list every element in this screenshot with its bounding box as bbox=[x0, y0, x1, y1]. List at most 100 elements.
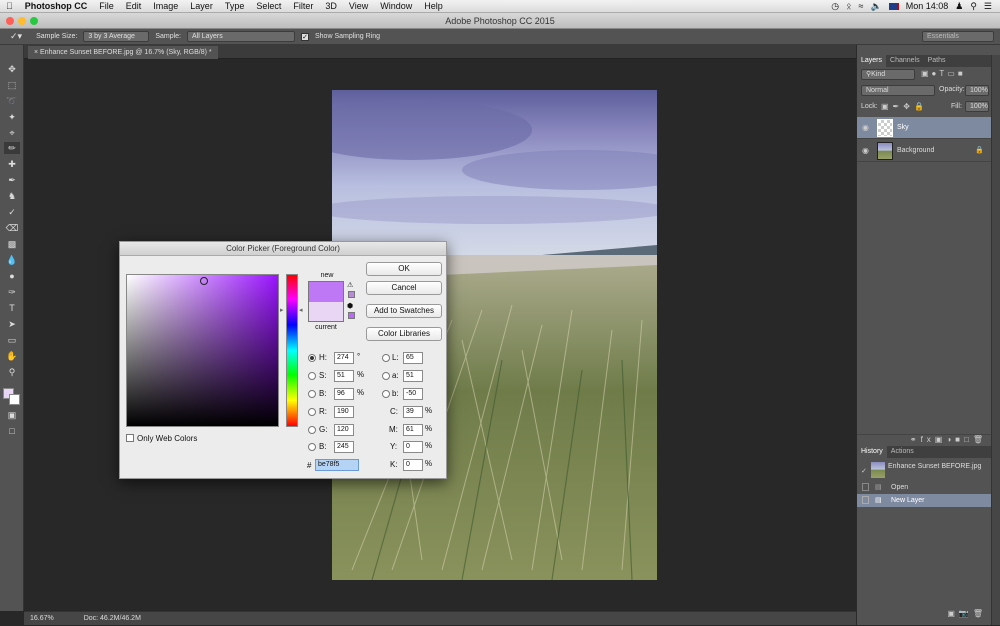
menu-edit[interactable]: Edit bbox=[120, 1, 148, 11]
wifi-icon[interactable]: ≈ bbox=[859, 1, 864, 11]
hand-tool-icon[interactable]: ✋ bbox=[4, 350, 20, 362]
blue-radio[interactable] bbox=[308, 443, 316, 451]
saturation-brightness-field[interactable] bbox=[126, 274, 279, 427]
b-channel-radio[interactable] bbox=[382, 390, 390, 398]
menu-3d[interactable]: 3D bbox=[319, 1, 343, 11]
layer-filter-kind[interactable]: ⚲Kind bbox=[861, 69, 915, 80]
saturation-radio[interactable] bbox=[308, 372, 316, 380]
hue-slider[interactable] bbox=[286, 274, 298, 427]
color-libraries-button[interactable]: Color Libraries bbox=[366, 327, 442, 341]
history-snapshot[interactable]: ✓ Enhance Sunset BEFORE.jpg bbox=[857, 460, 991, 480]
layer-filter-icons[interactable]: ▣●T▭■ bbox=[921, 69, 966, 78]
panel-scrollbar[interactable] bbox=[991, 55, 1000, 625]
hue-field[interactable]: 274 bbox=[334, 352, 354, 364]
sample-select[interactable]: All Layers bbox=[187, 31, 295, 42]
close-window-button[interactable] bbox=[6, 17, 14, 25]
only-web-colors-checkbox[interactable] bbox=[126, 434, 134, 442]
hex-field[interactable]: be78f5 bbox=[315, 459, 359, 471]
doc-size[interactable]: Doc: 46.2M/46.2M bbox=[84, 615, 141, 622]
ok-button[interactable]: OK bbox=[366, 262, 442, 276]
visibility-eye-icon[interactable]: ◉ bbox=[862, 117, 869, 139]
lock-icons[interactable]: ▣✒✥🔒 bbox=[881, 102, 928, 111]
shape-tool-icon[interactable]: ▭ bbox=[4, 334, 20, 346]
dodge-tool-icon[interactable]: ● bbox=[4, 270, 20, 282]
lightness-radio[interactable] bbox=[382, 354, 390, 362]
magenta-field[interactable]: 61 bbox=[403, 424, 423, 436]
history-checkbox[interactable] bbox=[862, 483, 869, 491]
layer-row-background[interactable]: ◉ Background 🔒 bbox=[857, 140, 991, 162]
history-item-open[interactable]: ▤ Open bbox=[857, 481, 991, 494]
brightness-radio[interactable] bbox=[308, 390, 316, 398]
move-tool-icon[interactable]: ✥ bbox=[4, 63, 20, 75]
hue-slider-right-arrow[interactable]: ◂ bbox=[299, 306, 303, 314]
lasso-tool-icon[interactable]: ➰ bbox=[4, 95, 20, 107]
type-tool-icon[interactable]: T bbox=[4, 302, 20, 314]
zoom-level[interactable]: 16.67% bbox=[30, 615, 54, 622]
eyedropper-tool-icon[interactable]: ✓▾ bbox=[10, 31, 22, 42]
screen-mode-icon[interactable]: □ bbox=[4, 425, 20, 437]
show-sampling-ring-checkbox[interactable]: ✓ bbox=[301, 32, 309, 41]
yellow-field[interactable]: 0 bbox=[403, 441, 423, 453]
user-icon[interactable]: ♟ bbox=[955, 1, 963, 12]
eyedropper-tool-icon[interactable]: ✏ bbox=[4, 142, 20, 154]
crop-tool-icon[interactable]: ⌖ bbox=[4, 127, 20, 139]
blend-mode-select[interactable]: Normal bbox=[861, 85, 935, 96]
blur-tool-icon[interactable]: 💧 bbox=[4, 254, 20, 266]
history-footer-icons[interactable]: ▣📷🗑 bbox=[857, 609, 991, 621]
minimize-window-button[interactable] bbox=[18, 17, 26, 25]
tab-actions[interactable]: Actions bbox=[887, 446, 918, 458]
menu-window[interactable]: Window bbox=[374, 1, 418, 11]
add-to-swatches-button[interactable]: Add to Swatches bbox=[366, 304, 442, 318]
menu-layer[interactable]: Layer bbox=[184, 1, 219, 11]
menu-type[interactable]: Type bbox=[219, 1, 251, 11]
brightness-field[interactable]: 96 bbox=[334, 388, 354, 400]
app-menu[interactable]: Photoshop CC bbox=[19, 1, 94, 11]
quick-select-tool-icon[interactable]: ✦ bbox=[4, 111, 20, 123]
gamut-swatch[interactable] bbox=[348, 291, 355, 298]
green-field[interactable]: 120 bbox=[334, 424, 354, 436]
layer-name[interactable]: Sky bbox=[897, 117, 909, 139]
black-field[interactable]: 0 bbox=[403, 459, 423, 471]
cancel-button[interactable]: Cancel bbox=[366, 281, 442, 295]
color-cursor[interactable] bbox=[200, 277, 208, 285]
tab-paths[interactable]: Paths bbox=[924, 55, 950, 67]
gradient-tool-icon[interactable]: ▩ bbox=[4, 238, 20, 250]
web-safe-warning-icon[interactable]: ⬢ bbox=[347, 302, 353, 310]
out-of-gamut-warning-icon[interactable]: ⚠ bbox=[347, 281, 353, 289]
history-item-new-layer[interactable]: ▤ New Layer bbox=[857, 494, 991, 507]
visibility-eye-icon[interactable]: ◉ bbox=[862, 140, 869, 162]
workspace-select[interactable]: Essentials bbox=[922, 31, 994, 42]
volume-icon[interactable]: 🔈 bbox=[871, 1, 882, 12]
opacity-field[interactable]: 100% bbox=[965, 85, 989, 96]
menu-filter[interactable]: Filter bbox=[287, 1, 319, 11]
apple-icon[interactable]:  bbox=[0, 1, 19, 11]
layer-row-sky[interactable]: ◉ Sky bbox=[857, 117, 991, 139]
path-select-tool-icon[interactable]: ➤ bbox=[4, 318, 20, 330]
bluetooth-icon[interactable]: ᛟ bbox=[846, 1, 851, 11]
background-color-swatch[interactable] bbox=[9, 394, 20, 405]
green-radio[interactable] bbox=[308, 426, 316, 434]
menu-file[interactable]: File bbox=[93, 1, 120, 11]
zoom-window-button[interactable] bbox=[30, 17, 38, 25]
sample-size-select[interactable]: 3 by 3 Average bbox=[83, 31, 150, 42]
eraser-tool-icon[interactable]: ⌫ bbox=[4, 222, 20, 234]
fill-field[interactable]: 100% bbox=[965, 101, 989, 112]
quick-mask-icon[interactable]: ▣ bbox=[4, 409, 20, 421]
menu-select[interactable]: Select bbox=[250, 1, 287, 11]
tab-channels[interactable]: Channels bbox=[886, 55, 924, 67]
history-brush-tool-icon[interactable]: ✓ bbox=[4, 206, 20, 218]
tab-history[interactable]: History bbox=[857, 446, 887, 458]
healing-brush-tool-icon[interactable]: ✚ bbox=[4, 158, 20, 170]
clock[interactable]: Mon 14:08 bbox=[906, 1, 949, 11]
pen-tool-icon[interactable]: ✑ bbox=[4, 286, 20, 298]
lightness-field[interactable]: 65 bbox=[403, 352, 423, 364]
document-tab[interactable]: × Enhance Sunset BEFORE.jpg @ 16.7% (Sky… bbox=[28, 46, 218, 59]
marquee-tool-icon[interactable]: ⬚ bbox=[4, 79, 20, 91]
brush-tool-icon[interactable]: ✒ bbox=[4, 174, 20, 186]
layers-panel-footer-icons[interactable]: ⚭fx▣◑■□🗑 bbox=[857, 434, 991, 446]
web-safe-swatch[interactable] bbox=[348, 312, 355, 319]
zoom-tool-icon[interactable]: ⚲ bbox=[4, 366, 20, 378]
saturation-field[interactable]: 51 bbox=[334, 370, 354, 382]
menu-help[interactable]: Help bbox=[418, 1, 449, 11]
red-field[interactable]: 190 bbox=[334, 406, 354, 418]
